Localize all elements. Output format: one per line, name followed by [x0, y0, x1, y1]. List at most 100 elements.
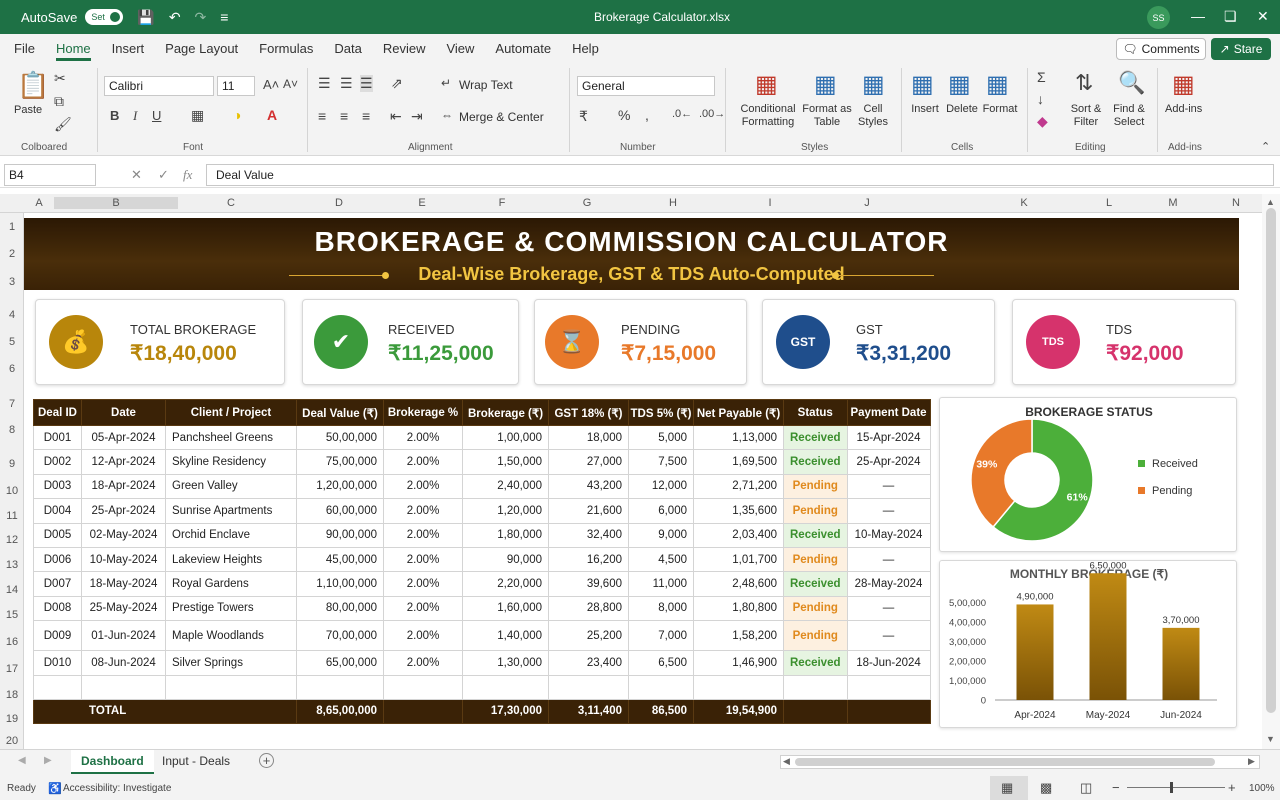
table-cell[interactable]: D002	[33, 449, 82, 475]
zoom-level[interactable]: 100%	[1249, 783, 1275, 794]
merge-center-icon[interactable]: ⇔	[441, 108, 453, 122]
table-cell[interactable]: 16,200	[548, 546, 629, 573]
table-cell[interactable]: 2.00%	[383, 449, 463, 475]
table-cell[interactable]: D008	[33, 595, 82, 622]
column-heading[interactable]: TDS 5% (₹)	[628, 399, 694, 426]
table-cell[interactable]: D003	[33, 473, 82, 500]
table-cell[interactable]: 6,000	[628, 498, 694, 524]
row-header[interactable]: 14	[0, 584, 24, 596]
table-cell[interactable]: Skyline Residency	[165, 449, 297, 475]
table-cell[interactable]: —	[846, 595, 931, 622]
table-cell[interactable]: 2,48,600	[693, 571, 784, 597]
table-cell[interactable]: 2,71,200	[693, 473, 784, 500]
column-heading[interactable]: Deal ID	[33, 399, 82, 426]
document-title[interactable]: Brokerage Calculator.xlsx	[594, 10, 730, 24]
column-header[interactable]: D	[319, 197, 359, 209]
add-sheet-icon[interactable]: +	[259, 753, 274, 768]
scroll-down-icon[interactable]: ▼	[1266, 734, 1275, 744]
total-cell[interactable]: TOTAL	[33, 698, 297, 724]
avatar[interactable]: SS	[1147, 6, 1170, 29]
column-header[interactable]: M	[1153, 197, 1193, 209]
table-cell[interactable]: 1,13,000	[693, 424, 784, 451]
status-badge[interactable]: Pending	[783, 546, 848, 573]
format-as-table-icon[interactable]: ▦	[814, 70, 837, 99]
enter-icon[interactable]: ✓	[158, 167, 169, 183]
status-badge[interactable]: Received	[783, 522, 848, 548]
decrease-decimal-icon[interactable]: .00→	[699, 108, 725, 120]
menu-automate[interactable]: Automate	[495, 41, 551, 56]
table-cell[interactable]: 1,20,00,000	[296, 473, 384, 500]
table-cell[interactable]: 4,500	[628, 546, 694, 573]
row-header[interactable]: 7	[0, 398, 24, 410]
table-cell[interactable]: 27,000	[548, 449, 629, 475]
table-cell[interactable]: D001	[33, 424, 82, 451]
table-cell[interactable]: 25-Apr-2024	[81, 498, 166, 524]
vertical-scrollbar[interactable]: ▲ ▼	[1262, 194, 1280, 749]
merge-center-button[interactable]: Merge & Center	[459, 111, 544, 124]
column-heading[interactable]: Status	[783, 399, 848, 426]
table-cell[interactable]: 18-May-2024	[81, 571, 166, 597]
table-cell[interactable]: —	[846, 620, 931, 652]
increase-font-icon[interactable]: A˄	[263, 77, 279, 92]
table-cell[interactable]: 12,000	[628, 473, 694, 500]
cell-styles-button[interactable]: Cell Styles	[853, 103, 893, 129]
table-cell[interactable]: 15-Apr-2024	[846, 424, 931, 451]
table-cell[interactable]: 1,69,500	[693, 449, 784, 475]
wrap-text-icon[interactable]: ↵	[441, 76, 451, 90]
row-header[interactable]: 13	[0, 559, 24, 571]
column-heading[interactable]: Brokerage (₹)	[462, 399, 549, 426]
delete-cells-button[interactable]: Delete	[944, 103, 980, 116]
column-heading[interactable]: Payment Date	[846, 399, 931, 426]
tab-next-icon[interactable]: ▶	[44, 755, 52, 766]
format-as-table-button[interactable]: Format as Table	[801, 103, 853, 129]
zoom-in-icon[interactable]: +	[1228, 780, 1236, 795]
table-cell[interactable]: 28-May-2024	[846, 571, 931, 597]
row-header[interactable]: 3	[0, 276, 24, 288]
row-header[interactable]: 18	[0, 689, 24, 701]
table-cell[interactable]: Green Valley	[165, 473, 297, 500]
total-cell[interactable]: 17,30,000	[462, 698, 549, 724]
row-header[interactable]: 16	[0, 636, 24, 648]
insert-function-icon[interactable]: fx	[183, 167, 192, 183]
bar-may-2024[interactable]	[1089, 573, 1127, 700]
table-cell[interactable]: 2.00%	[383, 424, 463, 451]
column-heading[interactable]: Net Payable (₹)	[693, 399, 784, 426]
comma-style-icon[interactable]: ,	[645, 107, 649, 123]
table-cell[interactable]: 25-Apr-2024	[846, 449, 931, 475]
status-badge[interactable]: Pending	[783, 498, 848, 524]
row-header[interactable]: 19	[0, 713, 24, 725]
status-badge[interactable]: Received	[783, 650, 848, 676]
table-cell[interactable]: 2,40,000	[462, 473, 549, 500]
align-left-icon[interactable]: ≡	[318, 108, 326, 124]
table-cell[interactable]: 01-Jun-2024	[81, 620, 166, 652]
table-cell[interactable]: 7,000	[628, 620, 694, 652]
name-box[interactable]: B4	[4, 164, 96, 186]
normal-view-icon[interactable]: ▦	[1001, 780, 1013, 796]
column-header[interactable]: A	[19, 197, 59, 209]
redo-icon[interactable]: ↷	[195, 9, 207, 26]
increase-indent-icon[interactable]: ⇥	[411, 108, 423, 125]
table-cell[interactable]: 1,50,000	[462, 449, 549, 475]
menu-review[interactable]: Review	[383, 41, 426, 56]
table-cell[interactable]: Orchid Enclave	[165, 522, 297, 548]
undo-icon[interactable]: ↶	[169, 9, 181, 26]
table-cell[interactable]	[628, 674, 694, 700]
page-layout-view-icon[interactable]: ▩	[1040, 780, 1052, 796]
table-cell[interactable]: 12-Apr-2024	[81, 449, 166, 475]
table-cell[interactable]: 18-Apr-2024	[81, 473, 166, 500]
row-header[interactable]: 4	[0, 309, 24, 321]
table-cell[interactable]	[81, 674, 166, 700]
row-header[interactable]: 8	[0, 424, 24, 436]
insert-cells-icon[interactable]: ▦	[911, 70, 934, 99]
table-cell[interactable]: 10-May-2024	[846, 522, 931, 548]
table-cell[interactable]: 18,000	[548, 424, 629, 451]
table-cell[interactable]: 2.00%	[383, 473, 463, 500]
column-header[interactable]: L	[1089, 197, 1129, 209]
column-header-selected[interactable]: B	[54, 197, 178, 209]
menu-page-layout[interactable]: Page Layout	[165, 41, 238, 56]
table-cell[interactable]: 7,500	[628, 449, 694, 475]
underline-icon[interactable]: U	[152, 108, 161, 123]
status-badge[interactable]: Pending	[783, 620, 848, 652]
find-select-button[interactable]: Find & Select	[1107, 103, 1151, 129]
table-cell[interactable]: 2,03,400	[693, 522, 784, 548]
